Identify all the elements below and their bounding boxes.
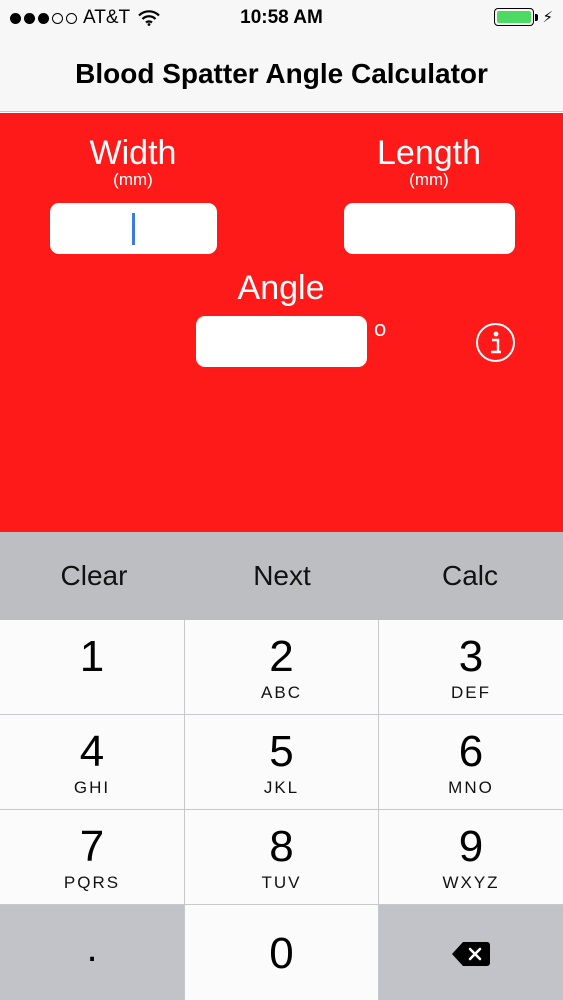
key-7[interactable]: 7 PQRS [0, 810, 184, 904]
angle-field[interactable] [196, 316, 367, 367]
key-number: 5 [269, 727, 294, 776]
key-2[interactable]: 2 ABC [185, 620, 378, 714]
battery-tip [535, 13, 539, 21]
degree-symbol: o [374, 316, 387, 341]
key-number: 8 [269, 822, 294, 871]
key-5[interactable]: 5 JKL [185, 715, 378, 809]
key-3[interactable]: 3 DEF [379, 620, 563, 714]
key-letters: MNO [448, 778, 494, 797]
input-panel: Width (mm) Length (mm) Angle o [0, 113, 563, 532]
key-number: 1 [79, 632, 105, 681]
info-button[interactable] [476, 323, 515, 362]
key-4[interactable]: 4 GHI [0, 715, 184, 809]
backspace-icon [452, 942, 490, 966]
calc-button[interactable]: Calc [376, 532, 563, 620]
backspace-key[interactable] [379, 905, 563, 1000]
battery-icon [494, 8, 535, 26]
width-label-group: Width (mm) [58, 135, 208, 189]
status-time: 10:58 AM [240, 7, 323, 28]
length-field[interactable] [344, 203, 515, 254]
length-unit: (mm) [409, 170, 449, 189]
key-number: 6 [458, 727, 484, 776]
next-button[interactable]: Next [188, 532, 376, 620]
width-label: Width [89, 134, 177, 172]
key-letters: JKL [263, 778, 300, 797]
info-icon [490, 331, 501, 353]
key-number: 2 [269, 632, 294, 681]
key-letters: WXYZ [442, 873, 500, 892]
battery-level [497, 11, 532, 23]
clear-button[interactable]: Clear [0, 532, 188, 620]
key-letters: GHI [73, 778, 111, 797]
keyboard-toolbar: Clear Next Calc [0, 532, 563, 620]
bolt-icon: ⚡︎ [542, 9, 553, 26]
key-0[interactable]: 0 [185, 905, 378, 1000]
key-letters: TUV [261, 873, 302, 892]
length-label: Length [377, 134, 481, 172]
page-title: Blood Spatter Angle Calculator [75, 57, 488, 89]
key-number: 7 [79, 822, 105, 871]
key-6[interactable]: 6 MNO [379, 715, 563, 809]
key-decimal[interactable]: . [0, 905, 184, 1000]
width-field[interactable] [50, 203, 217, 254]
angle-label: Angle [237, 269, 325, 307]
key-letters: PQRS [63, 873, 121, 892]
key-number: . [86, 926, 98, 970]
key-letters: DEF [451, 683, 491, 702]
key-number: 9 [458, 822, 484, 871]
number-keypad: 1 2 ABC 3 DEF 4 GHI 5 JKL 6 MNO 7 PQRS 8… [0, 620, 563, 1000]
key-number: 0 [269, 929, 294, 978]
key-8[interactable]: 8 TUV [185, 810, 378, 904]
key-number: 4 [79, 727, 105, 776]
key-9[interactable]: 9 WXYZ [379, 810, 563, 904]
angle-label-group: Angle [206, 270, 356, 306]
width-unit: (mm) [113, 170, 153, 189]
status-right: ⚡︎ [494, 8, 553, 26]
status-bar: AT&T 10:58 AM ⚡︎ [0, 0, 563, 36]
key-1[interactable]: 1 [0, 620, 184, 714]
length-label-group: Length (mm) [354, 135, 504, 189]
navigation-bar: Blood Spatter Angle Calculator [0, 36, 563, 112]
text-cursor [132, 213, 135, 245]
key-letters: ABC [261, 683, 302, 702]
key-number: 3 [458, 632, 484, 681]
